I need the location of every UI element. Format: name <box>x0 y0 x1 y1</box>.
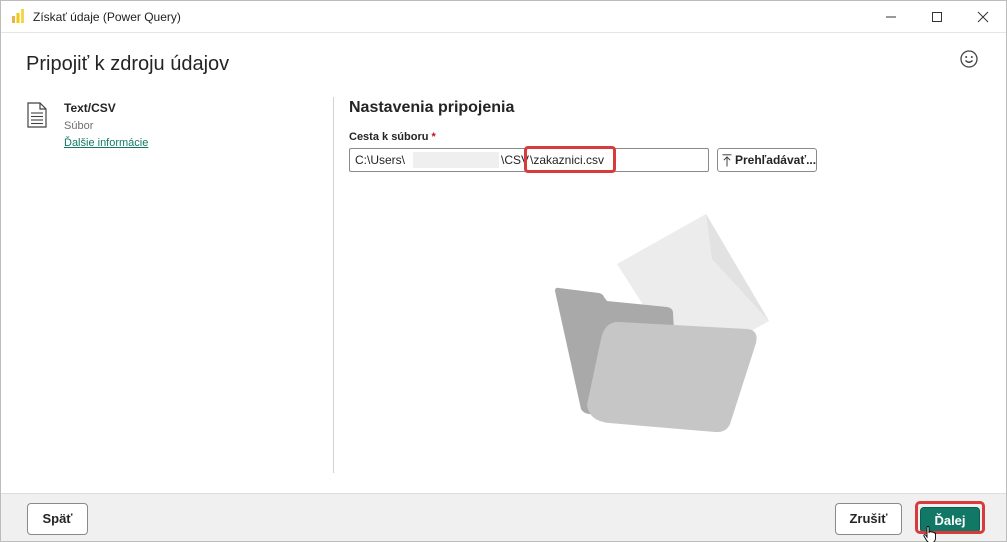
window-title: Získať údaje (Power Query) <box>33 10 181 24</box>
folder-illustration <box>555 214 769 433</box>
smiley-icon[interactable] <box>959 49 979 69</box>
minimize-icon <box>886 16 896 18</box>
connector-name: Text/CSV <box>64 101 116 115</box>
file-path-label: Cesta k súboru * <box>349 131 436 143</box>
upload-icon <box>722 154 732 167</box>
page-title: Pripojiť k zdroju údajov <box>26 53 230 75</box>
filename-highlight <box>524 146 616 173</box>
file-path-label-text: Cesta k súboru <box>349 131 429 143</box>
section-title: Nastavenia pripojenia <box>349 99 515 116</box>
redacted-username <box>413 152 499 168</box>
back-button[interactable]: Späť <box>27 503 88 535</box>
close-button[interactable] <box>960 1 1006 32</box>
title-bar: Získať údaje (Power Query) <box>1 1 1006 32</box>
close-icon <box>977 11 989 23</box>
file-path-prefix: C:\Users\ <box>355 153 406 167</box>
cancel-button[interactable]: Zrušiť <box>835 503 902 535</box>
footer-bar: Späť Zrušiť Ďalej <box>1 493 1006 541</box>
maximize-button[interactable] <box>914 1 960 32</box>
learn-more-link[interactable]: Ďalšie informácie <box>64 137 148 149</box>
panel-divider <box>333 97 334 473</box>
browse-label: Prehľadávať... <box>735 153 817 167</box>
required-marker: * <box>431 131 436 143</box>
browse-button[interactable]: Prehľadávať... <box>717 148 817 172</box>
power-bi-icon <box>12 9 24 23</box>
minimize-button[interactable] <box>868 1 914 32</box>
title-separator <box>1 32 1006 33</box>
connector-type: Súbor <box>64 120 94 132</box>
dialog-window: Získať údaje (Power Query) Pripojiť k zd… <box>0 0 1007 542</box>
document-icon <box>27 102 47 128</box>
maximize-icon <box>932 12 942 22</box>
hand-cursor-icon <box>923 526 936 542</box>
